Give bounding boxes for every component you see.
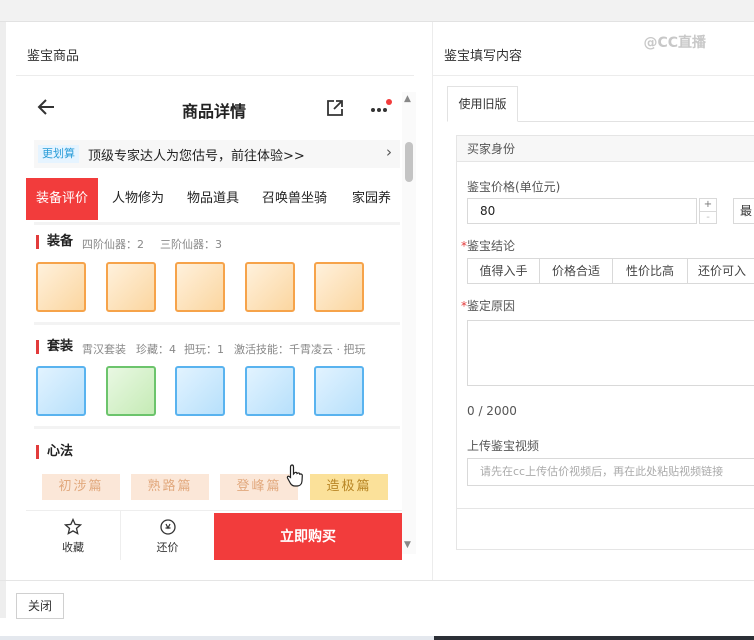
conclusion-option[interactable]: 性价比高 <box>612 258 688 284</box>
set-meta-2: 珍藏：4 <box>136 343 176 356</box>
chevron-right-icon: › <box>386 143 392 161</box>
tab-use-old-version[interactable]: 使用旧版 <box>447 86 518 122</box>
phone-header: 商品详情 <box>26 86 402 130</box>
reason-textarea[interactable] <box>467 320 754 386</box>
close-button[interactable]: 关闭 <box>16 593 64 619</box>
set-meta-3: 把玩：1 <box>184 343 224 356</box>
tab-equipment-review[interactable]: 装备评价 <box>26 178 99 220</box>
price-stepper[interactable]: + - <box>699 198 717 224</box>
footer-divider <box>0 580 754 581</box>
more-icon[interactable] <box>368 98 392 118</box>
set-item[interactable] <box>36 366 86 416</box>
form-divider <box>457 508 754 509</box>
favorite-label: 收藏 <box>62 541 84 554</box>
price-extra-field[interactable]: 最 <box>733 198 754 224</box>
scroll-up-icon[interactable]: ▲ <box>404 94 411 104</box>
equipment-item[interactable] <box>245 262 295 312</box>
equipment-meta-2: 三阶仙器：3 <box>160 238 222 251</box>
equipment-meta-1: 四阶仙器：2 <box>82 238 144 251</box>
increment-icon[interactable]: + <box>700 199 716 211</box>
set-item[interactable] <box>106 366 156 416</box>
share-icon[interactable] <box>325 98 345 118</box>
hand-cursor-icon <box>286 464 303 487</box>
watermark: @CC直播 <box>643 35 706 51</box>
left-title-divider <box>16 75 414 76</box>
section-title-set: 套装 <box>36 340 73 354</box>
char-count: 0 / 2000 <box>467 404 517 418</box>
purchase-bar: 收藏 还价 立即购买 <box>26 510 402 560</box>
decrement-icon[interactable]: - <box>700 211 716 223</box>
tab-underline <box>518 121 754 122</box>
equipment-item[interactable] <box>175 262 225 312</box>
panel-divider <box>432 22 433 580</box>
appraisal-form: 买家身份 鉴宝价格(单位元) 80 + - 最 *鉴宝结论 值得入手 价格合适 … <box>456 135 754 550</box>
phone-scrollbar[interactable]: ▲ ▼ <box>402 92 416 554</box>
equipment-item[interactable] <box>314 262 364 312</box>
favorite-button[interactable]: 收藏 <box>26 511 120 560</box>
tab-home[interactable]: 家园养 <box>352 178 402 220</box>
conclusion-option[interactable]: 价格合适 <box>539 258 613 284</box>
section-separator <box>34 222 400 225</box>
xinfa-item[interactable]: 造极篇 <box>310 474 388 500</box>
reason-label: *鉴定原因 <box>461 299 516 313</box>
scroll-thumb[interactable] <box>405 142 413 182</box>
section-separator <box>34 322 400 325</box>
xinfa-item[interactable]: 初涉篇 <box>42 474 120 500</box>
right-panel-title: 鉴宝填写内容 <box>444 49 523 64</box>
conclusion-option[interactable]: 值得入手 <box>467 258 540 284</box>
star-icon <box>64 518 82 535</box>
equipment-item[interactable] <box>36 262 86 312</box>
bargain-icon <box>159 519 176 535</box>
conclusion-label: *鉴宝结论 <box>461 239 516 253</box>
scroll-down-icon[interactable]: ▼ <box>404 540 411 550</box>
conclusion-option[interactable]: 还价可入 <box>687 258 754 284</box>
conclusion-label-text: 鉴宝结论 <box>467 239 516 253</box>
app-window: @CC直播 鉴宝商品 鉴宝填写内容 商品详情 更划算 顶级专家达人为您估号，前往… <box>0 0 754 640</box>
form-section-title: 买家身份 <box>457 136 754 162</box>
section-title-equipment: 装备 <box>36 235 73 249</box>
bargain-label: 还价 <box>156 541 179 554</box>
video-link-input[interactable]: 请先在cc上传估价视频后，再在此处粘贴视频链接 <box>467 458 754 486</box>
taskbar-segment <box>434 636 754 640</box>
set-item[interactable] <box>175 366 225 416</box>
right-title-divider <box>432 75 754 76</box>
set-meta-4: 激活技能：千霄凌云 · 把玩 <box>234 343 366 356</box>
price-input[interactable]: 80 <box>467 198 697 224</box>
equipment-item[interactable] <box>106 262 156 312</box>
tab-pets-mounts[interactable]: 召唤兽坐骑 <box>262 178 327 220</box>
xinfa-item[interactable]: 熟路篇 <box>131 474 209 500</box>
video-label: 上传鉴宝视频 <box>467 439 540 453</box>
promo-text: 顶级专家达人为您估号，前往体验>> <box>88 149 305 164</box>
promo-badge: 更划算 <box>38 145 79 163</box>
set-meta-1: 霄汉套装 <box>82 343 126 356</box>
bottom-strip <box>0 636 754 640</box>
tab-character[interactable]: 人物修为 <box>112 178 164 220</box>
reason-label-text: 鉴定原因 <box>467 299 516 313</box>
set-item[interactable] <box>245 366 295 416</box>
left-edge <box>0 22 6 618</box>
set-item[interactable] <box>314 366 364 416</box>
left-panel-title: 鉴宝商品 <box>27 49 80 64</box>
section-title-xinfa: 心法 <box>36 445 73 459</box>
category-tabs: 装备评价 人物修为 物品道具 召唤兽坐骑 家园养 <box>26 178 402 220</box>
promo-banner[interactable]: 更划算 顶级专家达人为您估号，前往体验>> › <box>34 140 400 168</box>
tab-items[interactable]: 物品道具 <box>187 178 239 220</box>
section-separator <box>34 426 400 429</box>
top-bar <box>0 0 754 22</box>
bargain-button[interactable]: 还价 <box>120 511 214 560</box>
product-detail-phone: 商品详情 更划算 顶级专家达人为您估号，前往体验>> › 装备评价 人物修为 物… <box>26 86 402 560</box>
price-label: 鉴宝价格(单位元) <box>467 180 561 194</box>
buy-now-button[interactable]: 立即购买 <box>214 513 402 560</box>
page-title: 商品详情 <box>181 102 246 121</box>
